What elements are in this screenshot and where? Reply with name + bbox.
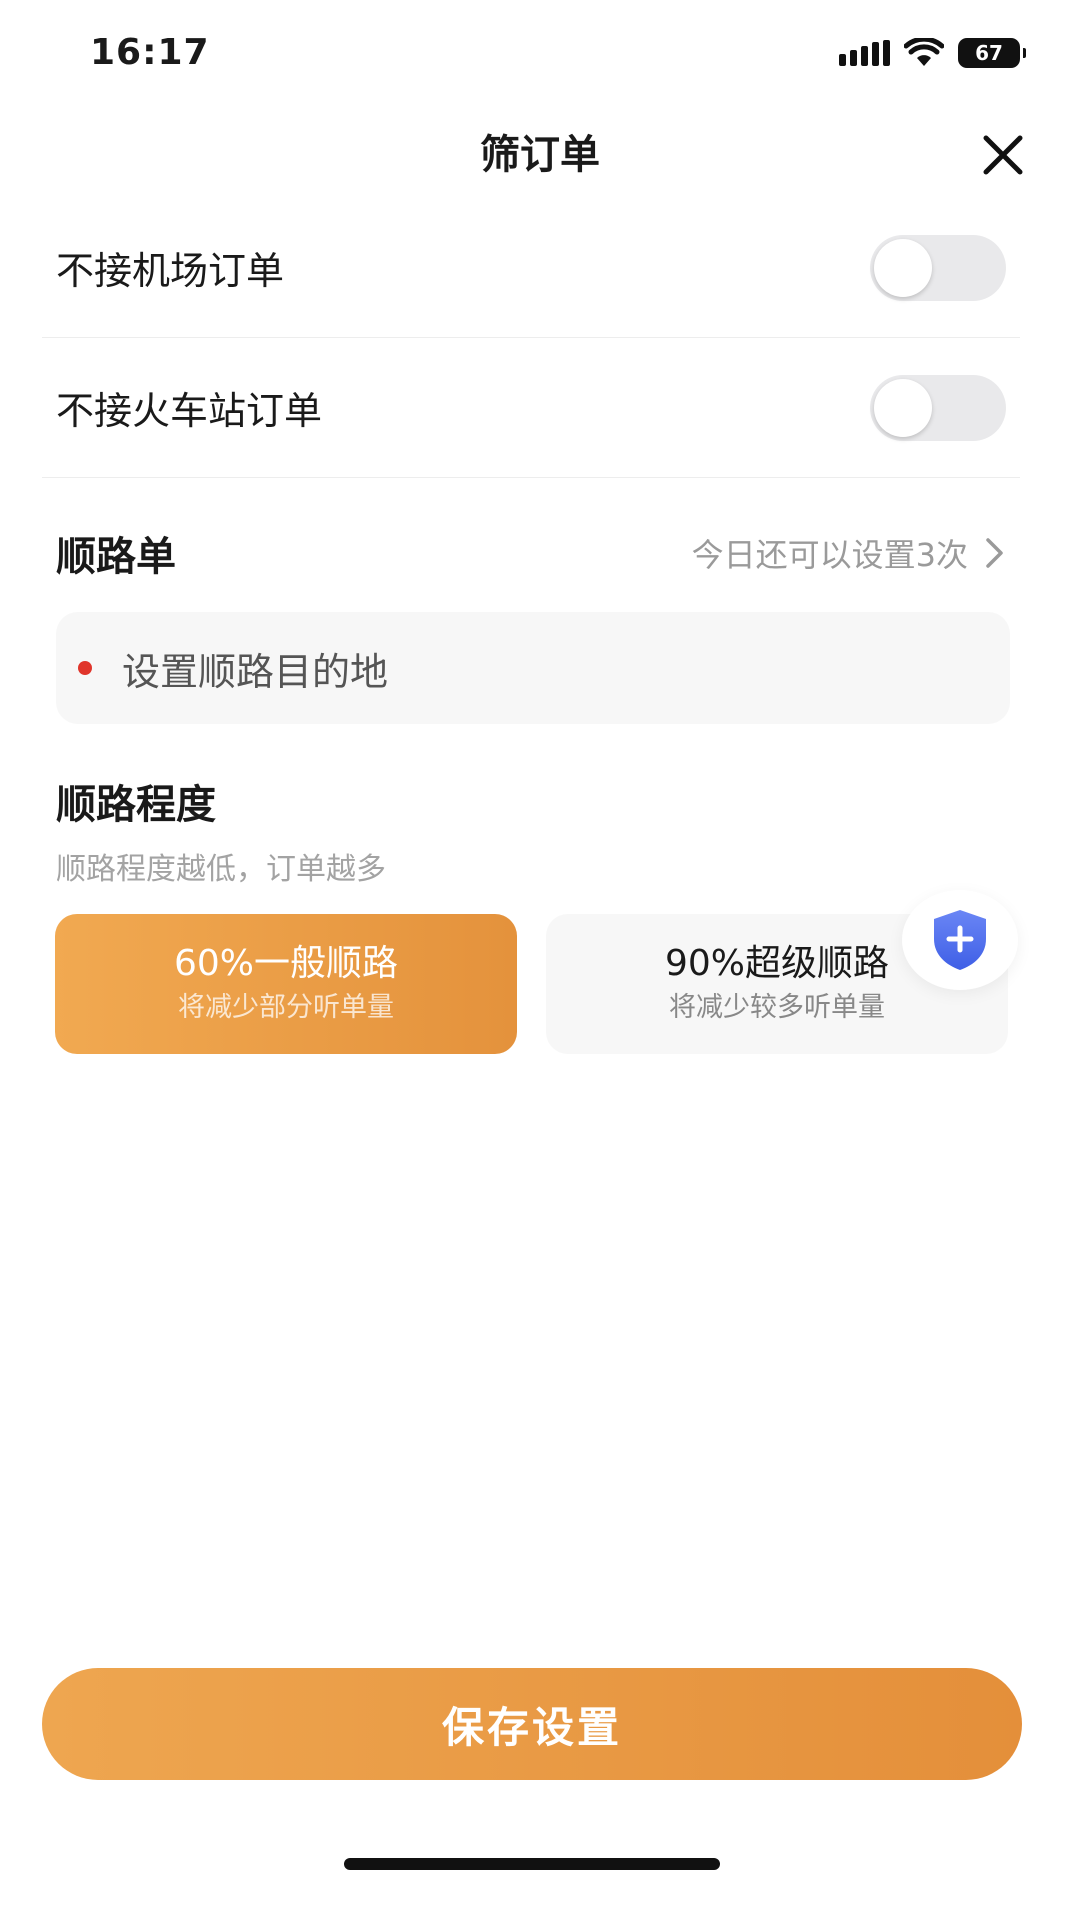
destination-input[interactable]: 设置顺路目的地 xyxy=(56,612,1010,724)
toggle-knob xyxy=(874,378,932,437)
battery-level: 67 xyxy=(975,41,1003,65)
status-bar: 16:17 67 xyxy=(0,0,1080,110)
degree-title: 顺路程度 xyxy=(56,782,216,828)
option-desc: 将减少部分听单量 xyxy=(178,992,394,1023)
home-indicator xyxy=(344,1858,720,1870)
battery-icon: 67 xyxy=(958,38,1026,68)
route-header: 顺路单 今日还可以设置3次 xyxy=(56,524,1006,582)
option-60-normal-route[interactable]: 60%一般顺路 将减少部分听单量 xyxy=(55,914,517,1054)
status-icons: 67 xyxy=(839,38,1026,68)
shield-badge xyxy=(902,890,1018,990)
shield-plus-icon xyxy=(934,910,986,970)
option-title: 60%一般顺路 xyxy=(173,943,399,984)
route-remaining-link[interactable]: 今日还可以设置3次 xyxy=(692,530,1006,576)
status-time: 16:17 xyxy=(90,32,210,73)
save-settings-button[interactable]: 保存设置 xyxy=(42,1668,1022,1780)
wifi-icon xyxy=(904,38,944,66)
toggle-knob xyxy=(874,238,932,297)
train-station-order-label: 不接火车站订单 xyxy=(56,389,323,433)
signal-icon xyxy=(839,40,890,66)
airport-order-row: 不接机场订单 xyxy=(42,198,1020,338)
route-remaining-text: 今日还可以设置3次 xyxy=(691,536,968,574)
train-station-order-row: 不接火车站订单 xyxy=(42,338,1020,478)
route-title: 顺路单 xyxy=(56,534,176,580)
degree-subtitle: 顺路程度越低，订单越多 xyxy=(56,852,386,887)
airport-order-label: 不接机场订单 xyxy=(56,249,285,293)
destination-placeholder: 设置顺路目的地 xyxy=(122,649,389,694)
close-icon[interactable] xyxy=(976,128,1030,182)
chevron-right-icon xyxy=(986,538,1003,568)
option-title: 90%超级顺路 xyxy=(664,943,890,984)
red-dot-icon xyxy=(78,661,92,675)
option-desc: 将减少较多听单量 xyxy=(669,992,885,1023)
train-station-order-toggle[interactable] xyxy=(870,374,1006,441)
page-title: 筛订单 xyxy=(480,132,600,178)
airport-order-toggle[interactable] xyxy=(870,234,1006,301)
